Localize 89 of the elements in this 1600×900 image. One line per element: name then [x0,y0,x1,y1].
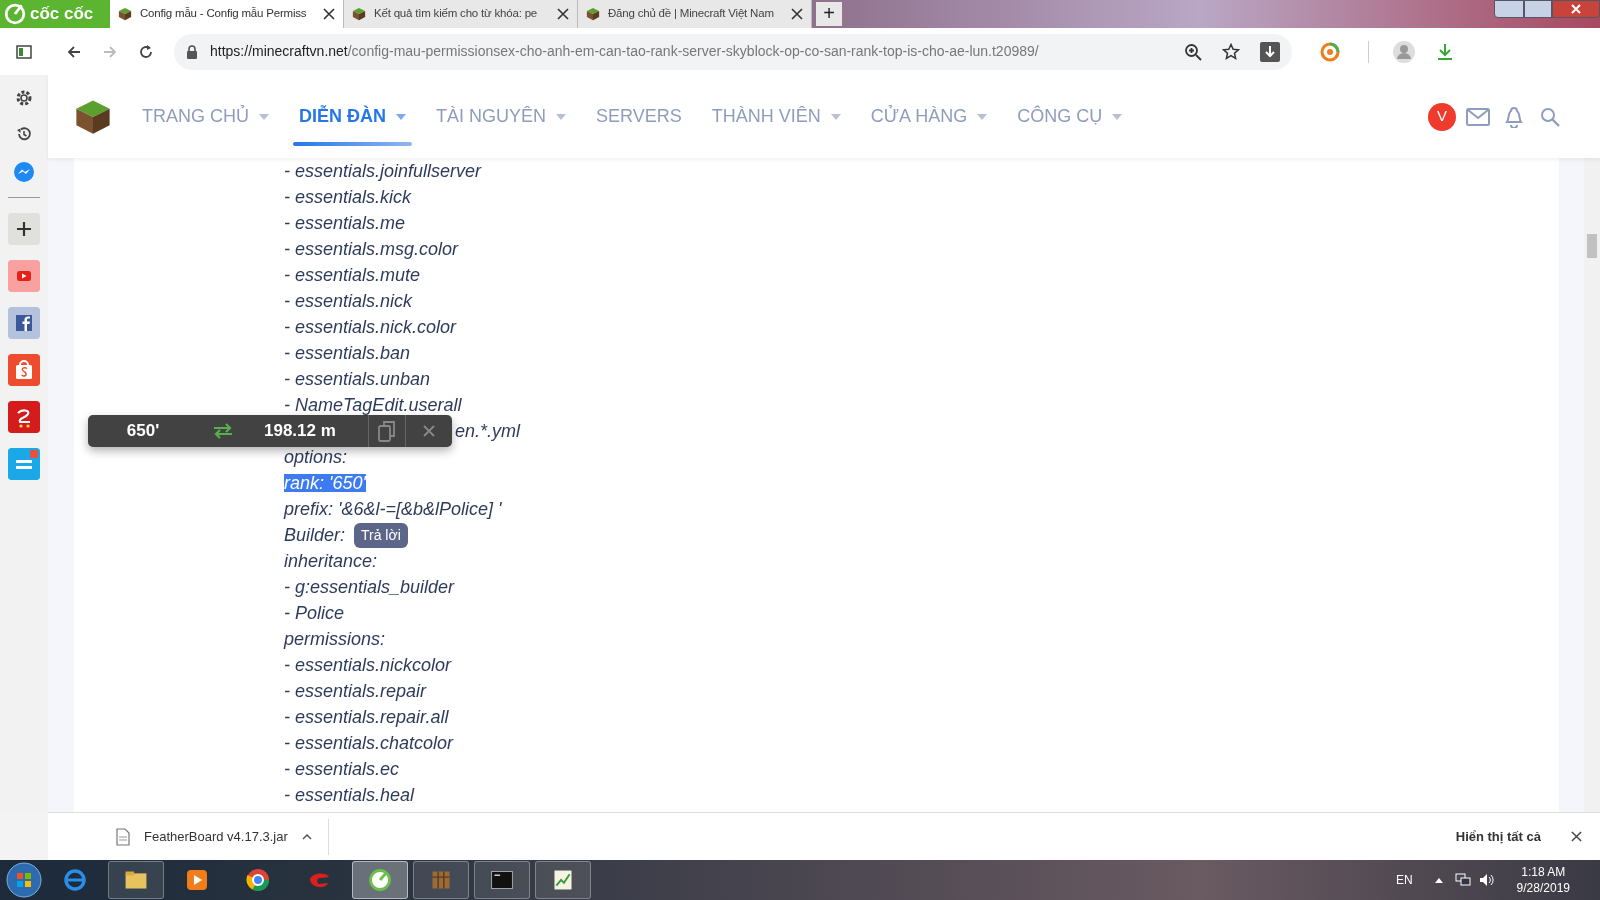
code-line: permissions: [284,630,386,648]
star-icon[interactable] [1222,42,1240,61]
code-line: inheritance: [284,552,378,570]
mail-icon[interactable] [1466,107,1490,126]
grass-block-icon [586,7,600,21]
back-arrow-icon[interactable] [66,43,82,60]
chart-editor-icon[interactable] [535,861,591,899]
coccoc-browser-icon[interactable] [352,861,408,899]
close-icon[interactable] [557,8,569,20]
new-tab-button[interactable]: + [816,2,842,26]
close-icon[interactable] [1571,831,1582,842]
shopping-bag-icon[interactable] [8,354,40,386]
search-icon[interactable] [1540,106,1560,127]
file-icon [116,827,130,846]
code-line: - essentials.me [284,214,406,232]
scrollbar-thumb[interactable] [1587,234,1597,258]
url-text: https://minecraftvn.net/config-mau-permissionsex-cho-anh-em-can-tao-rank-server-skyblock-op-co-san-rank-top-is-cho-ae-lun.t20989/ [210,42,1040,61]
code-line: - essentials.repair.all [284,708,449,726]
download-icon[interactable] [1260,41,1280,62]
code-line: - essentials.nick [284,292,413,310]
messenger-icon[interactable] [13,161,35,183]
sidebar-toggle-icon[interactable] [16,44,32,59]
code-line: - essentials.ban [284,344,411,362]
swap-arrows-icon[interactable] [212,423,234,439]
close-icon[interactable] [791,8,803,20]
clock-date[interactable]: 9/28/2019 [1516,880,1570,896]
grass-block-icon [352,7,366,21]
download-icon[interactable] [1437,42,1453,61]
browser-logo-text: cốc cốc [30,3,94,26]
converter-value: 650' [125,420,161,443]
caret-up-icon[interactable] [301,833,312,840]
code-line: - essentials.msg.color [284,240,459,258]
lock-icon [186,44,198,59]
code-line: - essentials.joinfullserver [284,162,482,180]
profile-avatar-icon[interactable] [1393,40,1415,63]
tab-title: Config mẫu - Config mẫu Permiss [140,6,308,22]
grass-block-icon [118,7,132,21]
show-all-link[interactable]: Hiển thị tất cả [1455,826,1541,847]
code-line: prefix: '&6&l-=[&b&lPolice] ' [284,500,502,518]
code-line: - Police [284,604,345,622]
code-line: - essentials.mute [284,266,421,284]
settings-icon[interactable] [15,89,33,107]
history-icon[interactable] [15,125,33,143]
zoom-in-icon[interactable] [1184,42,1202,61]
code-line: options: [284,448,348,466]
close-icon [1571,4,1581,14]
extension-icon[interactable] [1320,41,1340,62]
folder-icon[interactable] [108,861,164,899]
code-line: en.*.yml [455,422,521,440]
terminal-icon[interactable] [474,861,530,899]
minimize-button[interactable] [1494,0,1524,18]
downloaded-file-name[interactable]: FeatherBoard v4.17.3.jar [144,826,288,847]
code-line: - essentials.ec [284,760,400,778]
code-line: - essentials.unban [284,370,431,388]
code-line: - g:essentials_builder [284,578,455,596]
address-bar[interactable]: https://minecraftvn.net/config-mau-permissionsex-cho-anh-em-can-tao-rank-server-skyblock-op-co-san-rank-top-is-cho-ae-lun.t20989/ [174,33,1292,70]
code-line: - essentials.chatcolor [284,734,454,752]
nav-menu-item[interactable]: DIỄN ĐÀN [293,75,412,158]
clock-time[interactable]: 1:18 AM [1521,864,1566,880]
code-line: - essentials.nickcolor [284,656,452,674]
browser-tab[interactable]: Kết quả tìm kiếm cho từ khóa: pe [344,0,578,28]
converter-result: 198.12 m [264,420,337,443]
close-icon[interactable] [323,8,335,20]
code-line: Builder: [284,526,346,544]
coccoc-logo-icon [4,3,26,25]
facebook-icon[interactable] [8,307,40,339]
reload-icon[interactable] [138,43,154,60]
language-indicator[interactable]: EN [1395,871,1413,889]
close-window-button[interactable] [1552,0,1600,18]
code-line: - essentials.heal [284,786,415,804]
copy-icon[interactable] [378,420,396,442]
bell-icon[interactable] [1504,105,1524,128]
code-line: - essentials.kick [284,188,412,206]
code-line: - NameTagEdit.userall [284,396,462,414]
add-icon[interactable] [8,213,40,245]
tab-title: Đăng chủ đề | Minecraft Việt Nam [608,6,775,22]
tab-title: Kết quả tìm kiếm cho từ khóa: pe [374,6,539,22]
video-play-icon[interactable] [8,260,40,292]
maximize-button[interactable] [1524,0,1552,18]
browser-tab[interactable]: Đăng chủ đề | Minecraft Việt Nam [578,0,812,28]
speaker-icon[interactable] [1478,873,1495,887]
code-line: - essentials.nick.color [284,318,457,336]
reply-tooltip[interactable]: Trả lời [354,523,408,548]
code-line: - essentials.repair [284,682,427,700]
network-icon[interactable] [1454,873,1471,887]
start-button-icon[interactable] [6,862,42,898]
show-hidden-icons-caret[interactable] [1434,877,1443,883]
browser-tab[interactable]: Config mẫu - Config mẫu Permiss [110,0,344,28]
user-avatar[interactable]: V [1428,102,1456,131]
